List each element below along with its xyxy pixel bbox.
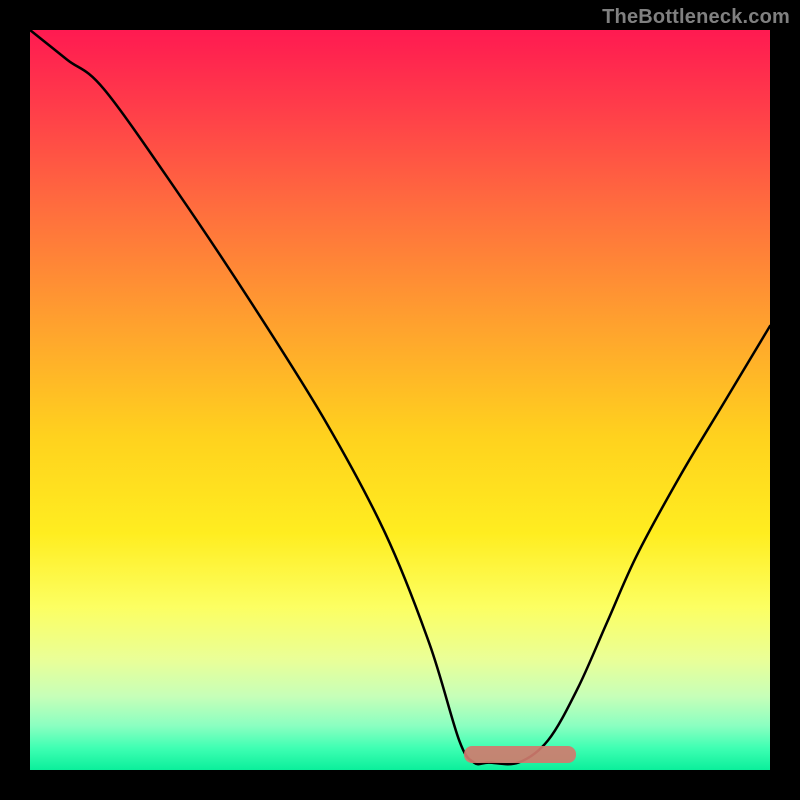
chart-container: TheBottleneck.com (0, 0, 800, 800)
bottleneck-curve (30, 30, 770, 764)
minimum-band-marker (464, 746, 576, 763)
watermark-text: TheBottleneck.com (602, 6, 790, 29)
chart-plot-area (30, 30, 770, 770)
curve-svg (30, 30, 770, 770)
